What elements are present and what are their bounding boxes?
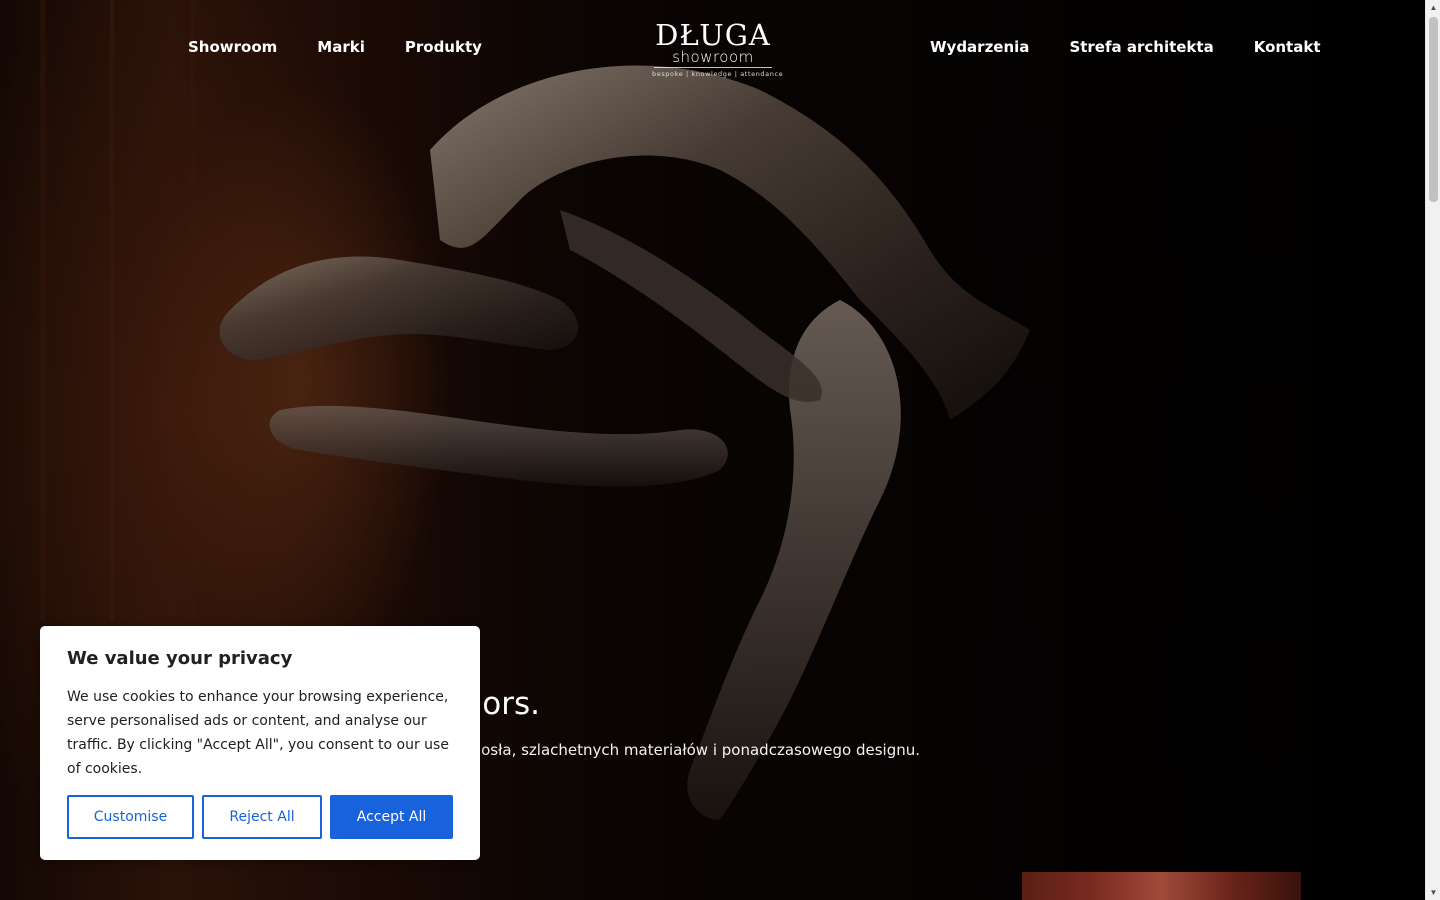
reject-all-button[interactable]: Reject All [202, 795, 322, 839]
site-logo[interactable]: DŁUGA showroom bespoke | knowledge | att… [652, 18, 784, 90]
cookie-consent-banner: We value your privacy We use cookies to … [40, 626, 480, 860]
customise-button[interactable]: Customise [67, 795, 194, 839]
logo-wordmark: DŁUGA [655, 18, 771, 52]
nav-item-kontakt[interactable]: Kontakt [1254, 38, 1321, 56]
nav-item-showroom[interactable]: Showroom [188, 38, 277, 56]
nav-item-strefa-architekta[interactable]: Strefa architekta [1069, 38, 1213, 56]
logo-subtitle: showroom [672, 48, 754, 66]
triangle-up-icon[interactable]: ▲ [1426, 0, 1440, 15]
cookie-title: We value your privacy [67, 648, 293, 669]
cookie-buttons: Customise Reject All Accept All [67, 795, 453, 839]
nav-item-wydarzenia[interactable]: Wydarzenia [930, 38, 1029, 56]
triangle-down-icon[interactable]: ▼ [1426, 885, 1440, 900]
page-scrollbar[interactable]: ▲ ▼ [1425, 0, 1440, 900]
nav-item-produkty[interactable]: Produkty [405, 38, 482, 56]
section-preview-image [1022, 872, 1301, 900]
scrollbar-thumb[interactable] [1429, 17, 1438, 202]
logo-tagline: bespoke | knowledge | attendance [652, 70, 784, 78]
main-nav-left: Showroom Marki Produkty [188, 38, 482, 56]
nav-item-marki[interactable]: Marki [317, 38, 365, 56]
main-nav-right: Wydarzenia Strefa architekta Kontakt [930, 38, 1321, 56]
cookie-description: We use cookies to enhance your browsing … [67, 689, 449, 777]
accept-all-button[interactable]: Accept All [330, 795, 453, 839]
logo-divider [654, 67, 772, 68]
